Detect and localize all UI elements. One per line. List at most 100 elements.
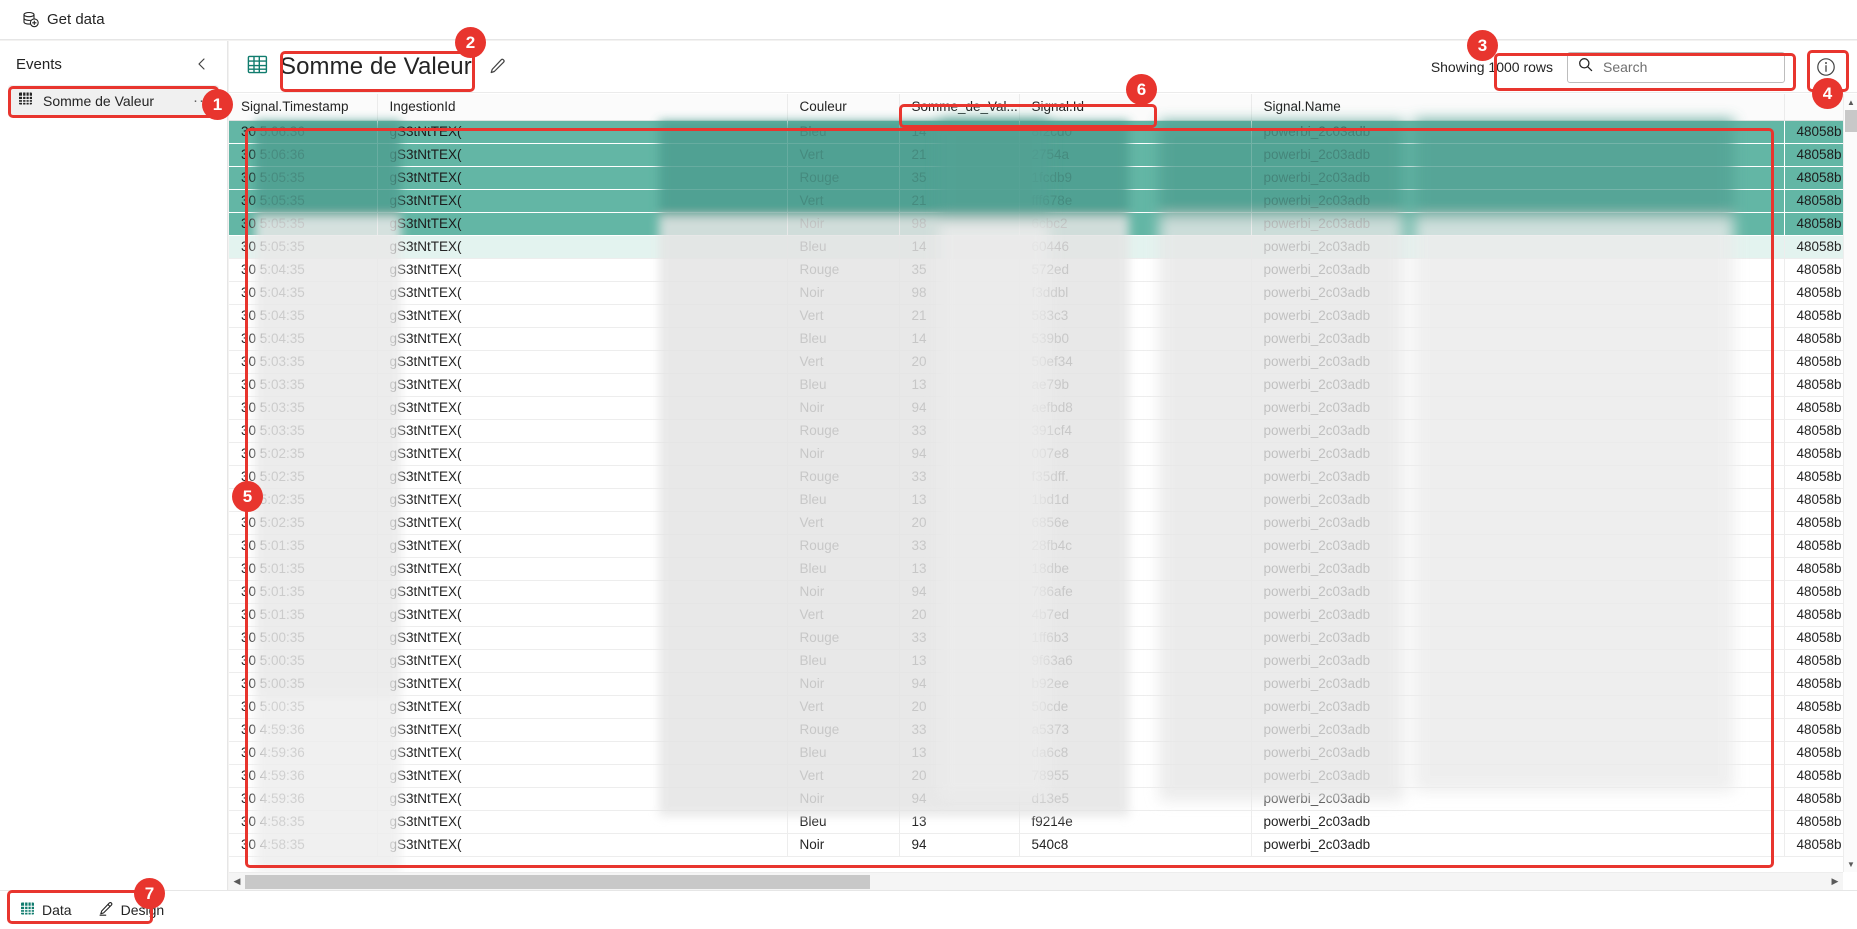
cell-ingestionid: gS3tNtTEX( <box>377 304 788 328</box>
cell-signal-name: powerbi_2c03adb <box>1251 718 1785 742</box>
table-row[interactable]: 30 5:00:35 gS3tNtTEX(Vert 20 50cde powerbi_2… <box>229 695 1844 719</box>
cell-couleur: Noir <box>787 580 900 604</box>
column-header-signal-id[interactable]: Signal.Id <box>1019 94 1252 121</box>
scroll-left-arrow-icon[interactable]: ◀ <box>229 873 245 891</box>
cell-signal-name: powerbi_2c03adb <box>1251 626 1785 650</box>
table-row[interactable]: 30 4:59:36 gS3tNtTEX(Bleu 13 da6c8 powerbi_2… <box>229 741 1844 765</box>
table-row[interactable]: 30 5:00:35 gS3tNtTEX(Bleu 13 9f63a6 powerbi_… <box>229 649 1844 673</box>
table-row[interactable]: 30 5:01:35 gS3tNtTEX(Rouge 33 28fb4c powerbi… <box>229 534 1844 558</box>
column-header-signal-name[interactable]: Signal.Name <box>1251 94 1785 121</box>
main-header: Somme de Valeur Showing 1000 rows <box>229 41 1857 93</box>
table-row[interactable]: 30 4:59:36 gS3tNtTEX(Rouge 33 a5373 powerbi_… <box>229 718 1844 742</box>
tab-data[interactable]: Data <box>10 896 82 924</box>
table-row[interactable]: 30 5:01:35 gS3tNtTEX(Bleu 13 18dbe powerbi_2… <box>229 557 1844 581</box>
table-row[interactable]: 30 5:05:35 gS3tNtTEX(Noir 98 6cbc2 powerbi_2… <box>229 212 1844 236</box>
cell-tail: 48058b <box>1784 695 1844 719</box>
table-grid-icon <box>18 91 33 111</box>
cell-signal-timestamp: 30 5:02:35 <box>229 511 378 535</box>
table-row[interactable]: 30 5:05:35 gS3tNtTEX(Vert 21 fff678e powerbi… <box>229 189 1844 213</box>
cell-somme-de-valeur: 13 <box>899 649 1020 673</box>
table-row[interactable]: 30 5:04:35 gS3tNtTEX(Bleu 14 539b0 powerbi_2… <box>229 327 1844 351</box>
table-row[interactable]: 30 5:04:35 gS3tNtTEX(Vert 21 583c3 powerbi_2… <box>229 304 1844 328</box>
table-row[interactable]: 30 5:03:35 gS3tNtTEX(Bleu 13 ae79b powerbi_2… <box>229 373 1844 397</box>
cell-couleur: Noir <box>787 442 900 466</box>
cell-ingestionid: gS3tNtTEX( <box>377 833 788 857</box>
cell-ingestionid: gS3tNtTEX( <box>377 718 788 742</box>
table-row[interactable]: 30 4:59:36 gS3tNtTEX(Noir 94 d13e5 powerbi_2… <box>229 787 1844 811</box>
cell-somme-de-valeur: 33 <box>899 419 1020 443</box>
cell-ingestionid: gS3tNtTEX( <box>377 580 788 604</box>
cell-signal-id: 4b7ed <box>1019 603 1252 627</box>
pencil-icon[interactable] <box>488 57 507 76</box>
search-input[interactable] <box>1601 58 1786 76</box>
cell-signal-name: powerbi_2c03adb <box>1251 810 1785 834</box>
cell-signal-id: 50ef34 <box>1019 350 1252 374</box>
cell-signal-name: powerbi_2c03adb <box>1251 465 1785 489</box>
table-row[interactable]: 30 5:00:35 gS3tNtTEX(Noir 94 b92ee powerbi_2… <box>229 672 1844 696</box>
data-grid[interactable]: Signal.Timestamp IngestionId Couleur Som… <box>229 94 1857 890</box>
cell-signal-id: a5373 <box>1019 718 1252 742</box>
table-row[interactable]: 30 5:02:35 gS3tNtTEX(Bleu 13 1bd1d powerbi_2… <box>229 488 1844 512</box>
cell-tail: 48058b <box>1784 833 1844 857</box>
table-row[interactable]: 30 5:04:35 gS3tNtTEX(Noir 98 f3ddbl powerbi_… <box>229 281 1844 305</box>
scroll-right-arrow-icon[interactable]: ▶ <box>1827 873 1843 891</box>
vertical-scroll-thumb[interactable] <box>1845 110 1857 132</box>
cell-tail: 48058b <box>1784 166 1844 190</box>
scroll-up-arrow-icon[interactable]: ▲ <box>1844 94 1857 110</box>
table-row[interactable]: 30 5:03:35 gS3tNtTEX(Noir 94 aefbd8 powerbi_… <box>229 396 1844 420</box>
table-row[interactable]: 30 5:01:35 gS3tNtTEX(Noir 94 786afe powerbi_… <box>229 580 1844 604</box>
cell-signal-id: fff678e <box>1019 189 1252 213</box>
cell-signal-id: 28fb4c <box>1019 534 1252 558</box>
cell-couleur: Rouge <box>787 534 900 558</box>
info-circle-icon[interactable] <box>1809 50 1843 84</box>
table-row[interactable]: 30 4:58:35 gS3tNtTEX(Bleu 13 f9214e powerbi_… <box>229 810 1844 834</box>
cell-signal-timestamp: 30 5:00:35 <box>229 695 378 719</box>
cell-ingestionid: gS3tNtTEX( <box>377 810 788 834</box>
tab-design[interactable]: Design <box>88 896 175 925</box>
cell-somme-de-valeur: 94 <box>899 580 1020 604</box>
column-header-somme-de-valeur[interactable]: Somme_de_Val... <box>899 94 1020 121</box>
horizontal-scroll-track[interactable] <box>245 873 1827 891</box>
cell-signal-timestamp: 30 5:01:35 <box>229 557 378 581</box>
table-row[interactable]: 30 5:05:35 gS3tNtTEX(Bleu 14 60446 powerbi_2… <box>229 235 1844 259</box>
table-row[interactable]: 30 5:02:35 gS3tNtTEX(Rouge 33 f35dff. powerb… <box>229 465 1844 489</box>
column-header-signal-timestamp[interactable]: Signal.Timestamp <box>229 94 378 121</box>
horizontal-scrollbar[interactable]: ◀ ▶ <box>229 872 1843 890</box>
table-row[interactable]: 30 5:01:35 gS3tNtTEX(Vert 20 4b7ed powerbi_2… <box>229 603 1844 627</box>
cell-couleur: Noir <box>787 396 900 420</box>
cell-signal-name: powerbi_2c03adb <box>1251 143 1785 167</box>
vertical-scrollbar[interactable]: ▲ ▼ <box>1843 94 1857 872</box>
table-row[interactable]: 30 4:58:35 gS3tNtTEX(Noir 94 540c8 powerbi_2… <box>229 833 1844 857</box>
cell-ingestionid: gS3tNtTEX( <box>377 534 788 558</box>
cell-signal-name: powerbi_2c03adb <box>1251 120 1785 144</box>
cell-signal-name: powerbi_2c03adb <box>1251 764 1785 788</box>
table-row[interactable]: 30 5:00:35 gS3tNtTEX(Rouge 33 1ff6b3 powerbi… <box>229 626 1844 650</box>
table-row[interactable]: 30 5:05:35 gS3tNtTEX(Rouge 35 1fcdb9 powerbi… <box>229 166 1844 190</box>
table-row[interactable]: 30 5:03:35 gS3tNtTEX(Vert 20 50ef34 powerbi_… <box>229 350 1844 374</box>
chevron-left-icon[interactable] <box>191 53 213 75</box>
table-row[interactable]: 30 5:06:36 gS3tNtTEX(Vert 21 2754a powerbi_2… <box>229 143 1844 167</box>
cell-ingestionid: gS3tNtTEX( <box>377 488 788 512</box>
table-row[interactable]: 30 5:02:35 gS3tNtTEX(Vert 20 6856e powerbi_2… <box>229 511 1844 535</box>
cell-signal-name: powerbi_2c03adb <box>1251 603 1785 627</box>
cell-couleur: Rouge <box>787 166 900 190</box>
table-row[interactable]: 30 4:59:36 gS3tNtTEX(Vert 20 78955 powerbi_2… <box>229 764 1844 788</box>
sidebar-item-somme-de-valeur[interactable]: Somme de Valeur ··· <box>8 85 219 117</box>
cell-ingestionid: gS3tNtTEX( <box>377 166 788 190</box>
column-header-ingestionid[interactable]: IngestionId <box>377 94 788 121</box>
table-row[interactable]: 30 5:06:36 gS3tNtTEX(Bleu 14 8f2cd0 powerbi_… <box>229 120 1844 144</box>
column-header-extra[interactable] <box>1784 94 1844 121</box>
cell-couleur: Noir <box>787 672 900 696</box>
table-row[interactable]: 30 5:02:35 gS3tNtTEX(Noir 94 007e8 powerbi_2… <box>229 442 1844 466</box>
cell-signal-name: powerbi_2c03adb <box>1251 396 1785 420</box>
table-row[interactable]: 30 5:04:35 gS3tNtTEX(Rouge 35 572ed powerbi_… <box>229 258 1844 282</box>
cell-signal-id: 583c3 <box>1019 304 1252 328</box>
horizontal-scroll-thumb[interactable] <box>245 874 870 889</box>
scroll-down-arrow-icon[interactable]: ▼ <box>1844 856 1857 872</box>
get-data-button[interactable]: Get data <box>14 7 113 32</box>
cell-signal-name: powerbi_2c03adb <box>1251 534 1785 558</box>
table-row[interactable]: 30 5:03:35 gS3tNtTEX(Rouge 33 391cf4 powerbi… <box>229 419 1844 443</box>
column-header-couleur[interactable]: Couleur <box>787 94 900 121</box>
search-box[interactable] <box>1567 51 1786 83</box>
sidebar-item-overflow-button[interactable]: ··· <box>193 93 211 108</box>
